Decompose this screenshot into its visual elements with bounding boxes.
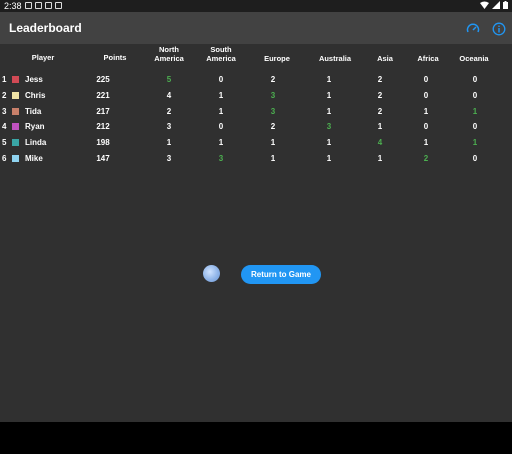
app-bar: Leaderboard <box>0 12 512 44</box>
rank-cell: 4 <box>2 122 7 131</box>
region-score-cell: 0 <box>423 122 429 131</box>
header-oceania: Oceania <box>459 54 489 63</box>
region-score-cell: 0 <box>423 91 429 100</box>
region-score-cell: 2 <box>377 91 383 100</box>
region-score-cell: 1 <box>472 107 478 116</box>
region-score-cell: 0 <box>218 122 224 131</box>
rank-cell: 1 <box>2 75 7 84</box>
region-score-cell: 1 <box>218 107 224 116</box>
navigation-bar <box>0 422 512 454</box>
player-color-swatch <box>12 155 19 162</box>
points-cell: 198 <box>96 138 110 147</box>
rank-cell: 3 <box>2 107 7 116</box>
region-score-cell: 0 <box>218 75 224 84</box>
status-time: 2:38 <box>4 1 22 11</box>
sim-icon <box>45 2 52 9</box>
region-score-cell: 4 <box>166 91 172 100</box>
signal-icon <box>492 1 500 9</box>
speedometer-icon[interactable] <box>466 22 480 36</box>
notification-icon <box>25 2 32 9</box>
region-score-cell: 0 <box>472 91 478 100</box>
header-north-america: North America <box>154 45 184 63</box>
header-asia: Asia <box>377 54 393 63</box>
region-score-cell: 3 <box>326 122 332 131</box>
header-europe: Europe <box>264 54 290 63</box>
player-name-cell: Ryan <box>25 122 45 131</box>
wifi-icon <box>480 1 489 9</box>
points-cell: 217 <box>96 107 110 116</box>
player-name-cell: Jess <box>25 75 43 84</box>
region-score-cell: 2 <box>270 75 276 84</box>
region-score-cell: 1 <box>377 154 383 163</box>
header-australia: Australia <box>318 54 352 63</box>
player-color-swatch <box>12 108 19 115</box>
region-score-cell: 2 <box>377 107 383 116</box>
notification-icons <box>25 2 62 9</box>
region-score-cell: 1 <box>218 91 224 100</box>
player-color-swatch <box>12 139 19 146</box>
region-score-cell: 1 <box>472 138 478 147</box>
points-cell: 221 <box>96 91 110 100</box>
header-south-america: South America <box>206 45 236 63</box>
rank-cell: 2 <box>2 91 7 100</box>
region-score-cell: 1 <box>326 91 332 100</box>
player-name-cell: Mike <box>25 154 43 163</box>
region-score-cell: 1 <box>423 138 429 147</box>
region-score-cell: 2 <box>166 107 172 116</box>
region-score-cell: 2 <box>270 122 276 131</box>
info-icon[interactable] <box>492 22 506 36</box>
region-score-cell: 0 <box>472 154 478 163</box>
globe-icon[interactable] <box>203 265 220 282</box>
mail-icon <box>35 2 42 9</box>
header-points: Points <box>103 53 127 62</box>
region-score-cell: 2 <box>377 75 383 84</box>
status-bar: 2:38 <box>0 0 512 12</box>
region-score-cell: 0 <box>472 75 478 84</box>
player-name-cell: Chris <box>25 91 46 100</box>
region-score-cell: 1 <box>166 138 172 147</box>
battery-icon <box>503 1 508 9</box>
region-score-cell: 1 <box>326 75 332 84</box>
page-title: Leaderboard <box>9 21 82 35</box>
region-score-cell: 1 <box>270 154 276 163</box>
region-score-cell: 3 <box>270 91 276 100</box>
rank-cell: 6 <box>2 154 7 163</box>
region-score-cell: 5 <box>166 75 172 84</box>
region-score-cell: 1 <box>218 138 224 147</box>
region-score-cell: 2 <box>423 154 429 163</box>
region-score-cell: 3 <box>218 154 224 163</box>
player-name-cell: Tida <box>25 107 42 116</box>
header-africa: Africa <box>417 54 439 63</box>
player-name-cell: Linda <box>25 138 47 147</box>
region-score-cell: 1 <box>270 138 276 147</box>
points-cell: 212 <box>96 122 110 131</box>
region-score-cell: 0 <box>423 75 429 84</box>
storage-icon <box>55 2 62 9</box>
region-score-cell: 1 <box>326 154 332 163</box>
region-score-cell: 1 <box>377 122 383 131</box>
player-color-swatch <box>12 76 19 83</box>
points-cell: 225 <box>96 75 110 84</box>
player-color-swatch <box>12 123 19 130</box>
region-score-cell: 1 <box>326 107 332 116</box>
region-score-cell: 1 <box>326 138 332 147</box>
region-score-cell: 0 <box>472 122 478 131</box>
region-score-cell: 3 <box>270 107 276 116</box>
region-score-cell: 3 <box>166 122 172 131</box>
rank-cell: 5 <box>2 138 7 147</box>
points-cell: 147 <box>96 154 110 163</box>
player-color-swatch <box>12 92 19 99</box>
region-score-cell: 3 <box>166 154 172 163</box>
header-player: Player <box>31 53 55 62</box>
system-icons <box>480 1 508 9</box>
region-score-cell: 1 <box>423 107 429 116</box>
region-score-cell: 4 <box>377 138 383 147</box>
return-to-game-button[interactable]: Return to Game <box>241 265 321 284</box>
